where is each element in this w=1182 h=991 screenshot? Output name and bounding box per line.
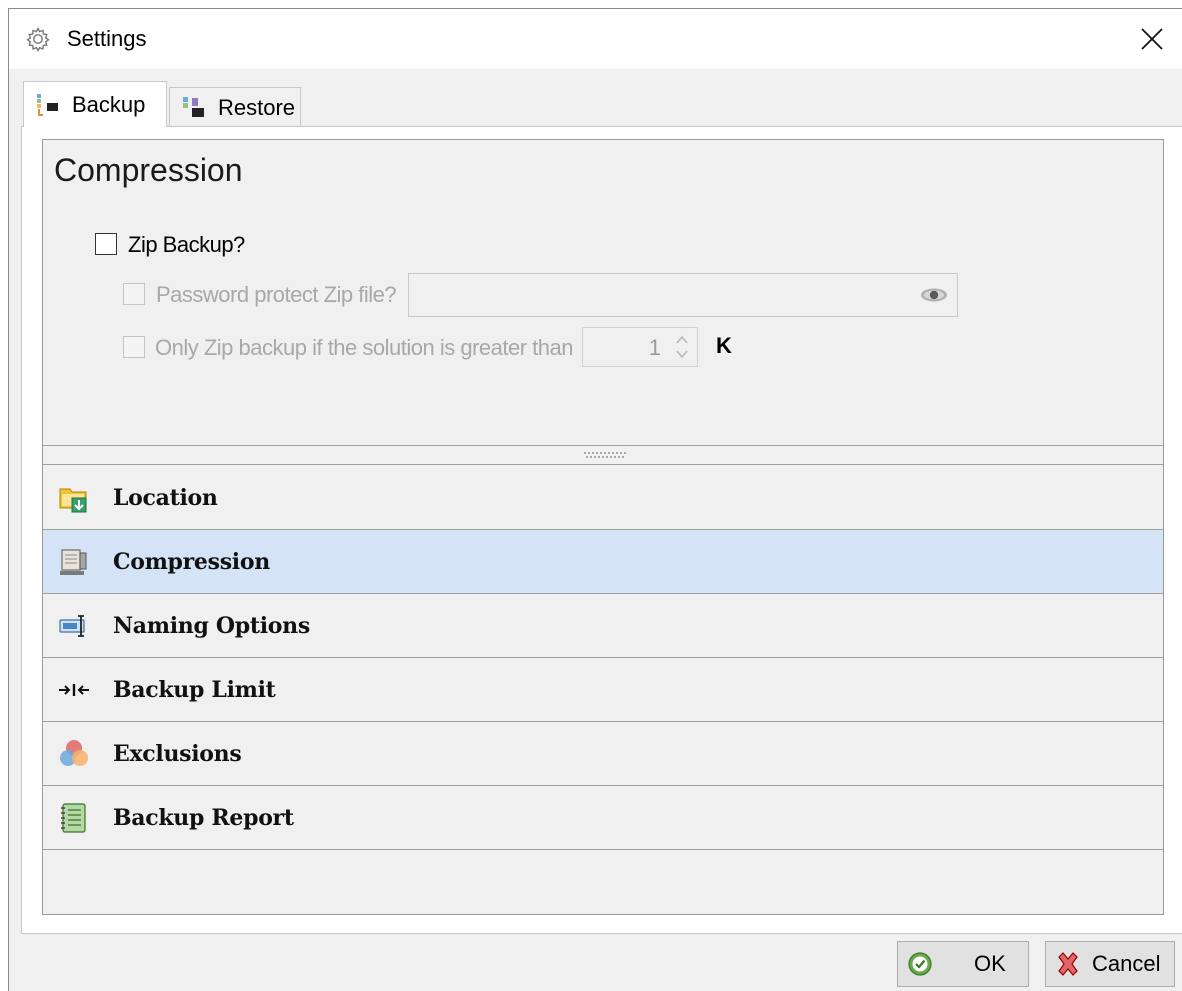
size-threshold-value: 1 [648,335,661,360]
tab-restore-label: Restore [218,94,296,120]
settings-panel: Compression Zip Backup? Password protect… [42,139,1164,915]
section-item-label: Backup Limit [113,676,276,703]
size-threshold-stepper[interactable]: 1 [582,327,698,367]
window-title: Settings [67,26,147,51]
close-button[interactable] [1122,9,1182,69]
section-item-label: Compression [113,548,270,575]
limit-arrows-icon [59,683,89,696]
restore-icon [183,96,204,117]
section-item-label: Naming Options [113,612,310,639]
rename-field-icon [59,614,85,637]
compress-vise-icon [60,548,87,575]
tab-backup[interactable]: Backup [23,81,167,127]
section-item-label: Backup Report [113,804,294,831]
cancel-button-label: Cancel [1092,951,1161,976]
ok-button-label: OK [974,951,1006,976]
tab-restore[interactable]: Restore [169,87,301,127]
only-zip-if-greater-label: Only Zip backup if the solution is great… [155,335,573,360]
password-input[interactable] [408,273,958,317]
report-notebook-icon [61,802,86,833]
zip-backup-checkbox[interactable] [95,233,117,255]
title-bar: Settings [9,9,1182,69]
section-item-label: Location [113,484,218,511]
section-item-compression[interactable]: Compression [43,530,1163,594]
section-item-backup-limit[interactable]: Backup Limit [43,658,1163,722]
check-circle-icon [908,952,932,976]
zip-backup-label: Zip Backup? [128,232,245,257]
folder-download-icon [59,488,87,512]
section-item-exclusions[interactable]: Exclusions [43,722,1163,786]
size-unit-label: K [716,333,732,358]
section-item-naming-options[interactable]: Naming Options [43,594,1163,658]
stepper-arrows-icon[interactable] [673,332,691,362]
password-protect-label: Password protect Zip file? [156,282,397,307]
backup-icon [37,93,58,116]
eye-icon[interactable] [919,284,949,306]
ok-button[interactable]: OK [897,941,1029,987]
close-icon [1141,28,1163,50]
only-zip-if-greater-checkbox[interactable] [123,336,145,358]
cancel-button[interactable]: Cancel [1045,941,1175,987]
tab-backup-label: Backup [72,91,146,117]
section-item-label: Exclusions [113,740,242,767]
section-item-backup-report[interactable]: Backup Report [43,786,1163,850]
gear-icon [26,26,50,52]
password-protect-checkbox[interactable] [123,283,145,305]
section-heading: Compression [54,152,243,188]
tab-page-backup: Compression Zip Backup? Password protect… [21,126,1182,934]
section-item-location[interactable]: Location [43,466,1163,530]
panel-splitter[interactable] [43,445,1163,465]
cancel-x-icon [1058,952,1078,976]
venn-circles-icon [60,739,88,766]
splitter-grip-icon [584,452,626,458]
settings-window: Settings Backup Restore Compression Zip … [8,8,1182,991]
